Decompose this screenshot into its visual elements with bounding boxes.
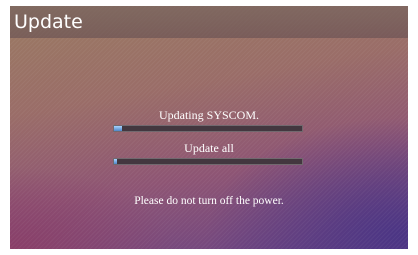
overall-progress-label: Update all	[184, 141, 234, 155]
current-task-progress-bar	[113, 125, 303, 132]
overall-progress-bar	[113, 158, 303, 165]
page-title: Update	[14, 11, 83, 33]
power-warning-text: Please do not turn off the power.	[134, 195, 284, 207]
title-bar: Update	[10, 6, 408, 38]
current-task-label: Updating SYSCOM.	[158, 108, 259, 122]
current-task-progress-fill	[114, 126, 122, 131]
overall-progress-fill	[114, 159, 117, 164]
